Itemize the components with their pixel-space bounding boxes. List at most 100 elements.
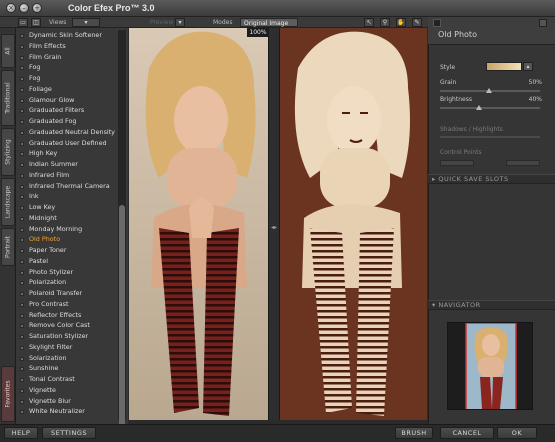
pointer-icon[interactable]: ↖ <box>364 18 374 27</box>
navigator-thumbnail[interactable] <box>447 322 533 410</box>
filter-list-item[interactable]: Paper Toner <box>16 245 120 256</box>
brush-button[interactable]: BRUSH <box>395 427 433 439</box>
eyedropper-icon[interactable]: ✎ <box>412 18 422 27</box>
filter-item-icon <box>20 173 24 178</box>
filter-list-item[interactable]: Film Grain <box>16 52 120 63</box>
close-icon[interactable]: × <box>6 3 16 13</box>
filter-list-item[interactable]: Pro Contrast <box>16 299 120 310</box>
filter-list-item[interactable]: Foliage <box>16 84 120 95</box>
panel-toggle-icon[interactable] <box>433 19 441 27</box>
title-bar: × – + Color Efex Pro™ 3.0 <box>0 0 555 17</box>
filter-list-item[interactable]: Saturation Stylizer <box>16 331 120 342</box>
split-divider[interactable]: ◂▸ <box>268 28 280 420</box>
filter-item-icon <box>20 44 24 49</box>
modes-dropdown[interactable]: Original Image <box>240 18 298 27</box>
window-title: Color Efex Pro™ 3.0 <box>68 3 155 13</box>
filter-list-item[interactable]: Polarization <box>16 277 120 288</box>
tab-portrait[interactable]: Portrait <box>1 228 15 266</box>
cancel-button[interactable]: CANCEL <box>440 427 494 439</box>
filter-item-label: Saturation Stylizer <box>29 332 89 340</box>
tab-favorites[interactable]: Favorites <box>1 366 15 422</box>
tab-stylizing[interactable]: Stylizing <box>1 128 15 176</box>
filter-list-item[interactable]: Polaroid Transfer <box>16 288 120 299</box>
navigator-header[interactable]: ▾ NAVIGATOR <box>428 300 555 310</box>
filter-item-icon <box>20 270 24 275</box>
settings-button[interactable]: SETTINGS <box>42 427 96 439</box>
original-image-preview[interactable] <box>129 28 268 420</box>
filter-list-item[interactable]: Remove Color Cast <box>16 320 120 331</box>
minimize-icon[interactable]: – <box>19 3 29 13</box>
filter-list-item[interactable]: Pastel <box>16 256 120 267</box>
tab-traditional[interactable]: Traditional <box>1 70 15 126</box>
filter-list-item[interactable]: Photo Stylizer <box>16 267 120 278</box>
single-view-icon[interactable]: ▭ <box>18 18 28 27</box>
brightness-slider[interactable] <box>440 107 540 109</box>
filter-list-item[interactable]: Graduated Neutral Density <box>16 127 120 138</box>
filter-list-item[interactable]: Monday Morning <box>16 224 120 235</box>
filter-list-item[interactable]: Glamour Glow <box>16 95 120 106</box>
views-dropdown[interactable]: ▾ <box>72 18 100 27</box>
tab-all[interactable]: All <box>1 34 15 68</box>
filtered-image-preview[interactable] <box>280 28 427 420</box>
filter-list-scrollbar[interactable] <box>118 30 126 440</box>
filter-list-item[interactable]: High Key <box>16 148 120 159</box>
filter-item-icon <box>20 163 24 167</box>
filter-item-label: Fog <box>29 74 41 82</box>
filter-list-item[interactable]: Infrared Thermal Camera <box>16 181 120 192</box>
filter-list-item[interactable]: Ink <box>16 191 120 202</box>
filter-list-item[interactable]: Old Photo <box>16 234 120 245</box>
split-view-icon[interactable]: ◫ <box>31 18 41 27</box>
filter-item-icon <box>20 356 24 361</box>
filter-item-icon <box>20 345 24 350</box>
zoom-level[interactable]: 100% <box>247 28 269 37</box>
filter-list-item[interactable]: Graduated Filters <box>16 105 120 116</box>
brightness-label: Brightness <box>440 96 472 103</box>
help-button[interactable]: HELP <box>4 427 38 439</box>
filter-list-item[interactable]: Solarization <box>16 353 120 364</box>
filter-item-icon <box>20 388 24 393</box>
zoom-icon[interactable]: ⚲ <box>380 18 390 27</box>
filter-list-item[interactable]: Midnight <box>16 213 120 224</box>
divider-grip-icon[interactable]: ◂▸ <box>271 224 277 231</box>
ok-button[interactable]: OK <box>497 427 537 439</box>
panel-menu-icon[interactable] <box>539 19 547 27</box>
scrollbar-thumb[interactable] <box>119 205 125 440</box>
bottom-bar: HELP SETTINGS BRUSH CANCEL OK <box>0 424 555 442</box>
filter-list-item[interactable]: Film Effects <box>16 41 120 52</box>
filter-item-label: Paper Toner <box>29 246 67 254</box>
filter-list-item[interactable]: Skylight Filter <box>16 342 120 353</box>
filter-item-icon <box>20 249 24 253</box>
filter-item-label: Film Grain <box>29 52 62 61</box>
filter-item-icon <box>20 195 24 200</box>
filter-list-item[interactable]: Tonal Contrast <box>16 374 120 385</box>
maximize-icon[interactable]: + <box>32 3 42 13</box>
quick-save-slots-header[interactable]: ▸ QUICK SAVE SLOTS <box>428 174 555 184</box>
filter-list-item[interactable]: Sunshine <box>16 363 120 374</box>
filter-list-item[interactable]: Vignette Blur <box>16 396 120 407</box>
tab-landscape[interactable]: Landscape <box>1 178 15 226</box>
filter-list-item[interactable]: Dynamic Skin Softener <box>16 30 120 41</box>
filter-list-item[interactable]: Infrared Film <box>16 170 120 181</box>
filter-list-item[interactable]: White Neutralizer <box>16 406 120 417</box>
original-image <box>129 28 268 420</box>
style-spinner-icon[interactable]: ▴ <box>523 62 533 71</box>
shadows-highlights-slider[interactable] <box>440 136 540 138</box>
filter-item-label: Fog <box>29 63 41 72</box>
hand-icon[interactable]: ✋ <box>396 18 406 27</box>
style-selector[interactable] <box>486 62 522 71</box>
remove-control-point-button[interactable] <box>506 160 540 166</box>
filter-list-item[interactable]: Fog <box>16 73 120 84</box>
filter-list-item[interactable]: Low Key <box>16 202 120 213</box>
filter-list-item[interactable]: Fog <box>16 62 120 73</box>
add-control-point-button[interactable] <box>440 160 474 166</box>
grain-slider-knob[interactable] <box>486 88 492 93</box>
preview-toggle[interactable]: ▾ <box>175 18 185 27</box>
brightness-slider-knob[interactable] <box>476 105 482 110</box>
filter-list-item[interactable]: Graduated Fog <box>16 116 120 127</box>
filter-item-label: Photo Stylizer <box>29 267 74 276</box>
filter-list-item[interactable]: Reflector Effects <box>16 310 120 321</box>
filter-list-item[interactable]: Graduated User Defined <box>16 138 120 149</box>
filter-list-item[interactable]: Indian Summer <box>16 159 120 170</box>
filter-item-label: Remove Color Cast <box>29 321 90 330</box>
filter-list-item[interactable]: Vignette <box>16 385 120 396</box>
